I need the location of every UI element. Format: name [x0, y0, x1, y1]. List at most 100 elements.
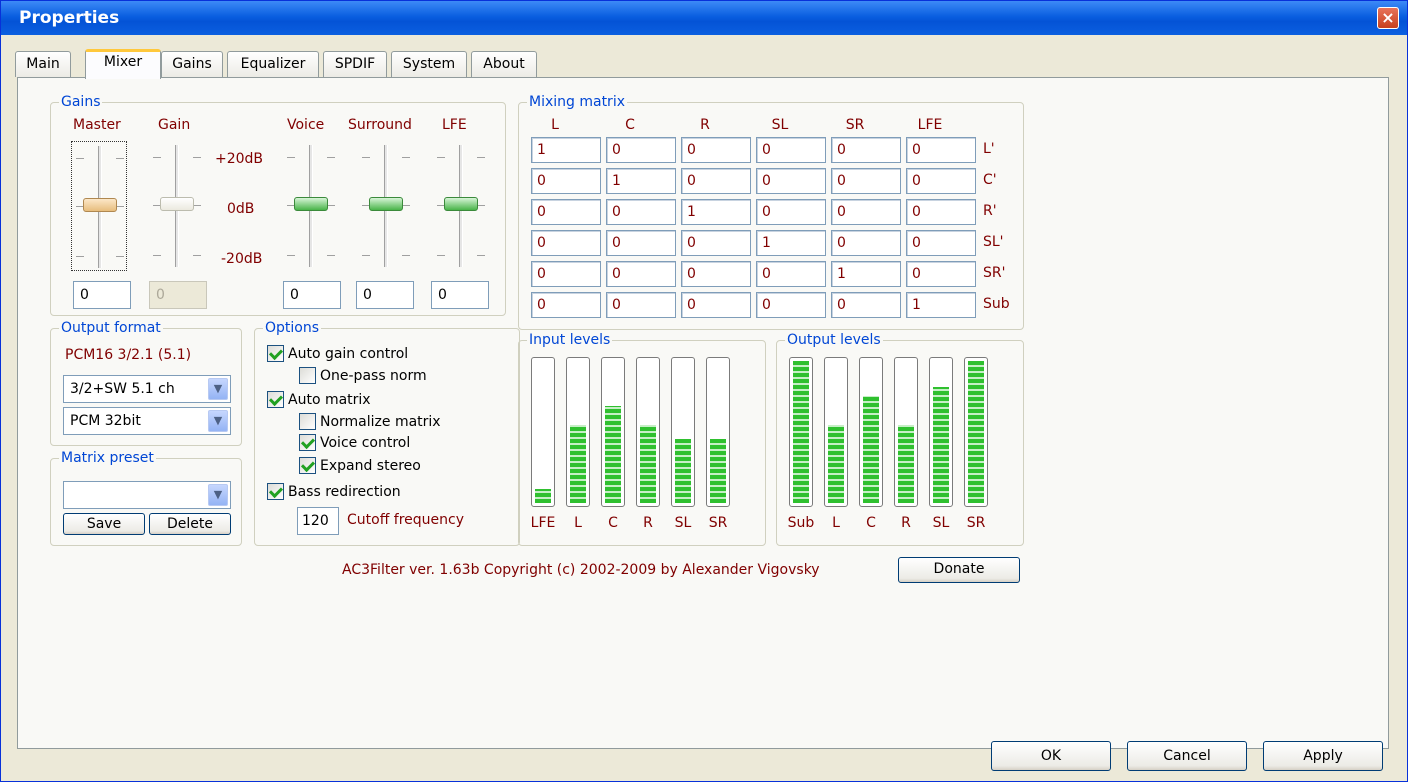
matrix-cell[interactable]: 0 [681, 168, 751, 194]
auto-matrix-checkbox[interactable]: Auto matrix [267, 391, 371, 408]
save-preset-button[interactable]: Save [63, 513, 145, 535]
lfe-slider[interactable] [433, 141, 489, 271]
matrix-cell[interactable]: 0 [681, 230, 751, 256]
tab-system[interactable]: System [391, 51, 467, 77]
matrix-cell[interactable]: 0 [606, 199, 676, 225]
cancel-button[interactable]: Cancel [1127, 741, 1247, 771]
expand-stereo-checkbox[interactable]: Expand stereo [299, 457, 421, 474]
input-levels-group: Input levels LFE L C R SL SR [518, 332, 766, 546]
slider-thumb[interactable] [83, 198, 117, 212]
one-pass-norm-checkbox[interactable]: One-pass norm [299, 367, 427, 384]
auto-gain-checkbox[interactable]: Auto gain control [267, 345, 408, 362]
ok-button[interactable]: OK [991, 741, 1111, 771]
matrix-cell[interactable]: 0 [831, 137, 901, 163]
slider-thumb[interactable] [160, 197, 194, 211]
matrix-cell[interactable]: 0 [606, 137, 676, 163]
matrix-cell[interactable]: 1 [756, 230, 826, 256]
tab-label: Main [26, 56, 60, 72]
matrix-row-label: R' [983, 203, 997, 219]
matrix-cell[interactable]: 0 [681, 137, 751, 163]
master-value-input[interactable]: 0 [73, 281, 131, 309]
level-meter-label: C [608, 515, 618, 531]
slider-thumb[interactable] [294, 197, 328, 211]
mixing-matrix-title: Mixing matrix [527, 94, 627, 110]
checkbox-box[interactable] [299, 434, 316, 451]
matrix-cell[interactable]: 0 [531, 230, 601, 256]
matrix-cell[interactable]: 0 [756, 199, 826, 225]
tab-equalizer[interactable]: Equalizer [227, 51, 319, 77]
tab-mixer[interactable]: Mixer [85, 49, 161, 79]
tab-main[interactable]: Main [15, 51, 71, 77]
lfe-value-input[interactable]: 0 [431, 281, 489, 309]
matrix-cell[interactable]: 0 [831, 230, 901, 256]
matrix-cell[interactable]: 0 [606, 261, 676, 287]
slider-thumb[interactable] [369, 197, 403, 211]
matrix-cell[interactable]: 0 [606, 292, 676, 318]
slider-thumb[interactable] [444, 197, 478, 211]
chevron-down-icon[interactable]: ▼ [208, 410, 228, 432]
speakers-dropdown[interactable]: 3/2+SW 5.1 ch ▼ [63, 375, 231, 403]
gain-slider[interactable] [149, 141, 205, 271]
matrix-cell[interactable]: 1 [831, 261, 901, 287]
matrix-cell[interactable]: 0 [831, 292, 901, 318]
matrix-cell[interactable]: 0 [831, 199, 901, 225]
surround-value-input[interactable]: 0 [356, 281, 414, 309]
voice-slider[interactable] [283, 141, 339, 271]
sample-format-dropdown[interactable]: PCM 32bit ▼ [63, 407, 231, 435]
matrix-cell[interactable]: 0 [531, 168, 601, 194]
matrix-cell[interactable]: 1 [606, 168, 676, 194]
input-levels-title: Input levels [527, 332, 613, 348]
voice-control-checkbox[interactable]: Voice control [299, 434, 410, 451]
donate-button[interactable]: Donate [898, 557, 1020, 583]
delete-preset-button[interactable]: Delete [149, 513, 231, 535]
close-button[interactable]: × [1377, 7, 1399, 29]
surround-slider[interactable] [358, 141, 414, 271]
checkbox-box[interactable] [299, 367, 316, 384]
matrix-cell[interactable]: 1 [531, 137, 601, 163]
mixing-matrix-group: Mixing matrix L C R SL SR LFE 1 0 0 0 0 0 L' 0 1 0 0 0 0 C… [518, 94, 1024, 330]
checkbox-box[interactable] [267, 391, 284, 408]
matrix-cell[interactable]: 0 [681, 292, 751, 318]
cutoff-frequency-input[interactable]: 120 [297, 507, 339, 535]
level-meter-fill [793, 361, 809, 503]
voice-value-input[interactable]: 0 [283, 281, 341, 309]
gain-label: Gain [158, 117, 191, 133]
matrix-cell[interactable]: 0 [756, 261, 826, 287]
matrix-cell[interactable]: 1 [681, 199, 751, 225]
checkbox-box[interactable] [299, 413, 316, 430]
matrix-cell[interactable]: 0 [906, 168, 976, 194]
matrix-preset-dropdown[interactable]: ▼ [63, 481, 231, 509]
checkbox-box[interactable] [267, 345, 284, 362]
matrix-cell[interactable]: 0 [531, 261, 601, 287]
bass-redirection-checkbox[interactable]: Bass redirection [267, 483, 401, 500]
matrix-cell[interactable]: 0 [681, 261, 751, 287]
title-bar[interactable]: Properties × [1, 1, 1407, 35]
tab-about[interactable]: About [471, 51, 537, 77]
chevron-down-icon[interactable]: ▼ [208, 378, 228, 400]
checkbox-label: Voice control [320, 434, 411, 451]
matrix-cell[interactable]: 0 [531, 292, 601, 318]
matrix-row-label: Sub [983, 296, 1010, 312]
matrix-cell[interactable]: 0 [606, 230, 676, 256]
matrix-cell[interactable]: 0 [756, 137, 826, 163]
matrix-cell[interactable]: 0 [756, 292, 826, 318]
tab-spdif[interactable]: SPDIF [323, 51, 387, 77]
matrix-cell[interactable]: 0 [906, 199, 976, 225]
checkbox-box[interactable] [299, 457, 316, 474]
matrix-cell[interactable]: 0 [756, 168, 826, 194]
tab-gains[interactable]: Gains [161, 51, 223, 77]
voice-label: Voice [287, 117, 325, 133]
matrix-cell[interactable]: 0 [906, 230, 976, 256]
master-slider[interactable] [71, 141, 127, 271]
slider-tick [76, 256, 84, 257]
chevron-down-icon[interactable]: ▼ [208, 484, 228, 506]
matrix-cell[interactable]: 0 [906, 261, 976, 287]
matrix-cell[interactable]: 0 [906, 137, 976, 163]
matrix-cell[interactable]: 0 [831, 168, 901, 194]
dialog-client: Main Mixer Gains Equalizer SPDIF System … [5, 35, 1403, 779]
matrix-cell[interactable]: 0 [531, 199, 601, 225]
checkbox-box[interactable] [267, 483, 284, 500]
normalize-matrix-checkbox[interactable]: Normalize matrix [299, 413, 441, 430]
apply-button[interactable]: Apply [1263, 741, 1383, 771]
matrix-cell[interactable]: 1 [906, 292, 976, 318]
